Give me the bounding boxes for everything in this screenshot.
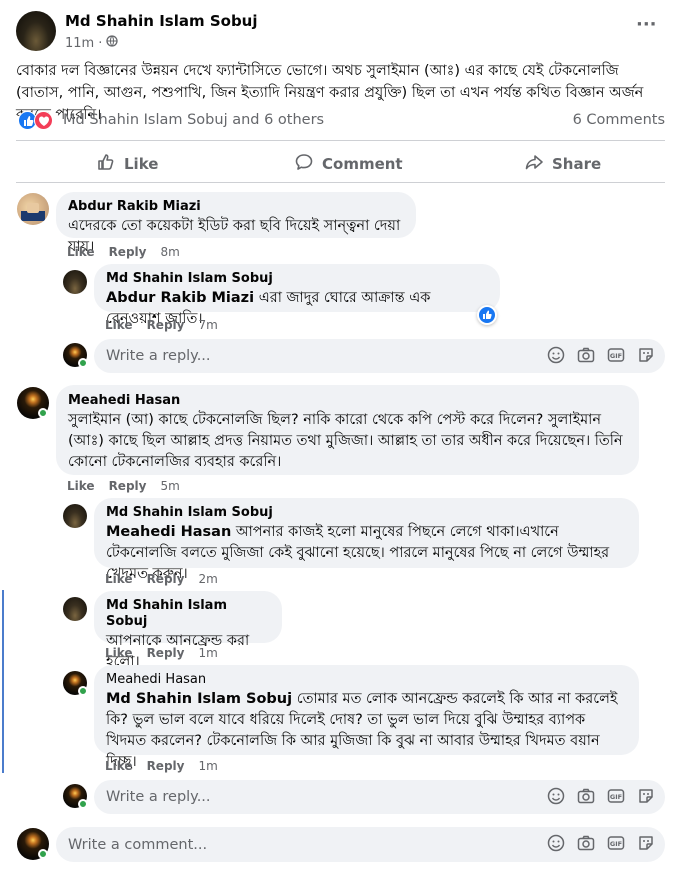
- mention-link[interactable]: Meahedi Hasan: [106, 524, 231, 540]
- post-meta: 11m ·: [65, 35, 119, 51]
- like-button[interactable]: Like: [96, 152, 158, 176]
- like-link[interactable]: Like: [105, 572, 133, 586]
- comment-actions: Like Reply 5m: [67, 479, 180, 493]
- svg-text:GIF: GIF: [610, 352, 622, 360]
- reply-time[interactable]: 1m: [198, 759, 217, 773]
- reply-bubble: Md Shahin Islam Sobuj Abdur Rakib Miazi …: [94, 264, 500, 327]
- avatar[interactable]: [63, 504, 87, 528]
- avatar[interactable]: [63, 270, 87, 294]
- reaction-icons[interactable]: [18, 111, 58, 131]
- comment-author[interactable]: Meahedi Hasan: [68, 393, 627, 409]
- online-indicator: [38, 408, 48, 418]
- avatar[interactable]: [17, 193, 49, 225]
- reply-bubble: Meahedi Hasan Md Shahin Islam Sobuj তোমা…: [94, 665, 639, 770]
- post-author-name[interactable]: Md Shahin Islam Sobuj: [65, 12, 258, 30]
- mention-link[interactable]: Abdur Rakib Miazi: [106, 290, 254, 306]
- comment-input[interactable]: Write a comment... GIF: [56, 827, 665, 862]
- like-link[interactable]: Like: [67, 479, 95, 493]
- emoji-icon[interactable]: [547, 787, 565, 805]
- thread-line: [2, 590, 4, 773]
- comment-text: সুলাইমান (আ) কাছে টেকনোলজি ছিল? নাকি কার…: [68, 412, 623, 470]
- reply-bubble: Md Shahin Islam Sobuj আপনাকে আনফ্রেন্ড ক…: [94, 591, 282, 670]
- comment-author[interactable]: Abdur Rakib Miazi: [68, 199, 404, 215]
- comment-placeholder: Write a comment...: [68, 836, 208, 853]
- camera-icon[interactable]: [577, 834, 595, 852]
- like-link[interactable]: Like: [105, 646, 133, 660]
- emoji-icon[interactable]: [547, 346, 565, 364]
- reply-author[interactable]: Meahedi Hasan: [106, 672, 627, 688]
- emoji-icon[interactable]: [547, 834, 565, 852]
- reply-actions: Like Reply 2m: [105, 572, 218, 586]
- share-button-label: Share: [552, 155, 602, 173]
- comment-icon: [294, 152, 314, 176]
- divider: [16, 182, 665, 183]
- reply-author[interactable]: Md Shahin Islam Sobuj: [106, 271, 488, 287]
- like-link[interactable]: Like: [105, 759, 133, 773]
- gif-icon[interactable]: GIF: [607, 787, 625, 805]
- share-button[interactable]: Share: [524, 152, 601, 176]
- globe-icon: [106, 35, 119, 51]
- reply-link[interactable]: Reply: [147, 759, 185, 773]
- meta-separator: ·: [98, 35, 103, 51]
- svg-text:GIF: GIF: [610, 840, 622, 848]
- camera-icon[interactable]: [577, 787, 595, 805]
- reply-link[interactable]: Reply: [147, 318, 185, 332]
- post-time[interactable]: 11m: [65, 36, 94, 51]
- reply-link[interactable]: Reply: [147, 572, 185, 586]
- like-link[interactable]: Like: [67, 245, 95, 259]
- reply-time[interactable]: 7m: [198, 318, 217, 332]
- camera-icon[interactable]: [577, 346, 595, 364]
- sticker-icon[interactable]: [637, 787, 655, 805]
- share-icon: [524, 152, 544, 176]
- sticker-icon[interactable]: [637, 346, 655, 364]
- online-indicator: [78, 799, 88, 809]
- divider: [16, 140, 665, 141]
- reply-author[interactable]: Md Shahin Islam Sobuj: [106, 598, 270, 630]
- reply-link[interactable]: Reply: [109, 245, 147, 259]
- post-author-avatar[interactable]: [16, 11, 56, 51]
- gif-icon[interactable]: GIF: [607, 346, 625, 364]
- reply-time[interactable]: 2m: [198, 572, 217, 586]
- reply-placeholder: Write a reply...: [106, 789, 211, 805]
- mention-link[interactable]: Md Shahin Islam Sobuj: [106, 691, 292, 707]
- reply-bubble: Md Shahin Islam Sobuj Meahedi Hasan আপনা…: [94, 498, 639, 582]
- reply-input[interactable]: Write a reply... GIF: [94, 339, 665, 373]
- online-indicator: [78, 686, 88, 696]
- comment-actions: Like Reply 8m: [67, 245, 180, 259]
- avatar[interactable]: [63, 597, 87, 621]
- reply-author[interactable]: Md Shahin Islam Sobuj: [106, 505, 627, 521]
- reply-input[interactable]: Write a reply... GIF: [94, 780, 665, 814]
- online-indicator: [78, 358, 88, 368]
- reply-time[interactable]: 1m: [198, 646, 217, 660]
- reply-actions: Like Reply 1m: [105, 646, 218, 660]
- comment-bubble: Meahedi Hasan সুলাইমান (আ) কাছে টেকনোলজি…: [56, 385, 639, 475]
- comment-bubble: Abdur Rakib Miazi এদেরকে তো কয়েকটা ইডিট…: [56, 192, 416, 255]
- online-indicator: [38, 849, 48, 859]
- love-icon: [34, 111, 53, 130]
- comment-button-label: Comment: [322, 155, 403, 173]
- comment-time[interactable]: 8m: [160, 245, 179, 259]
- like-button-label: Like: [124, 155, 159, 173]
- like-icon: [479, 307, 495, 323]
- thumbs-up-icon: [96, 152, 116, 176]
- sticker-icon[interactable]: [637, 834, 655, 852]
- comment-time[interactable]: 5m: [160, 479, 179, 493]
- reply-actions: Like Reply 7m: [105, 318, 218, 332]
- reply-link[interactable]: Reply: [147, 646, 185, 660]
- comment-button[interactable]: Comment: [294, 152, 403, 176]
- comments-count[interactable]: 6 Comments: [573, 112, 665, 128]
- reply-actions: Like Reply 1m: [105, 759, 218, 773]
- gif-icon[interactable]: GIF: [607, 834, 625, 852]
- like-link[interactable]: Like: [105, 318, 133, 332]
- reply-placeholder: Write a reply...: [106, 348, 211, 364]
- like-reaction-badge[interactable]: [477, 305, 497, 325]
- reply-link[interactable]: Reply: [109, 479, 147, 493]
- reactions-text[interactable]: Md Shahin Islam Sobuj and 6 others: [63, 112, 324, 128]
- more-icon[interactable]: ···: [636, 14, 657, 35]
- svg-text:GIF: GIF: [610, 793, 622, 801]
